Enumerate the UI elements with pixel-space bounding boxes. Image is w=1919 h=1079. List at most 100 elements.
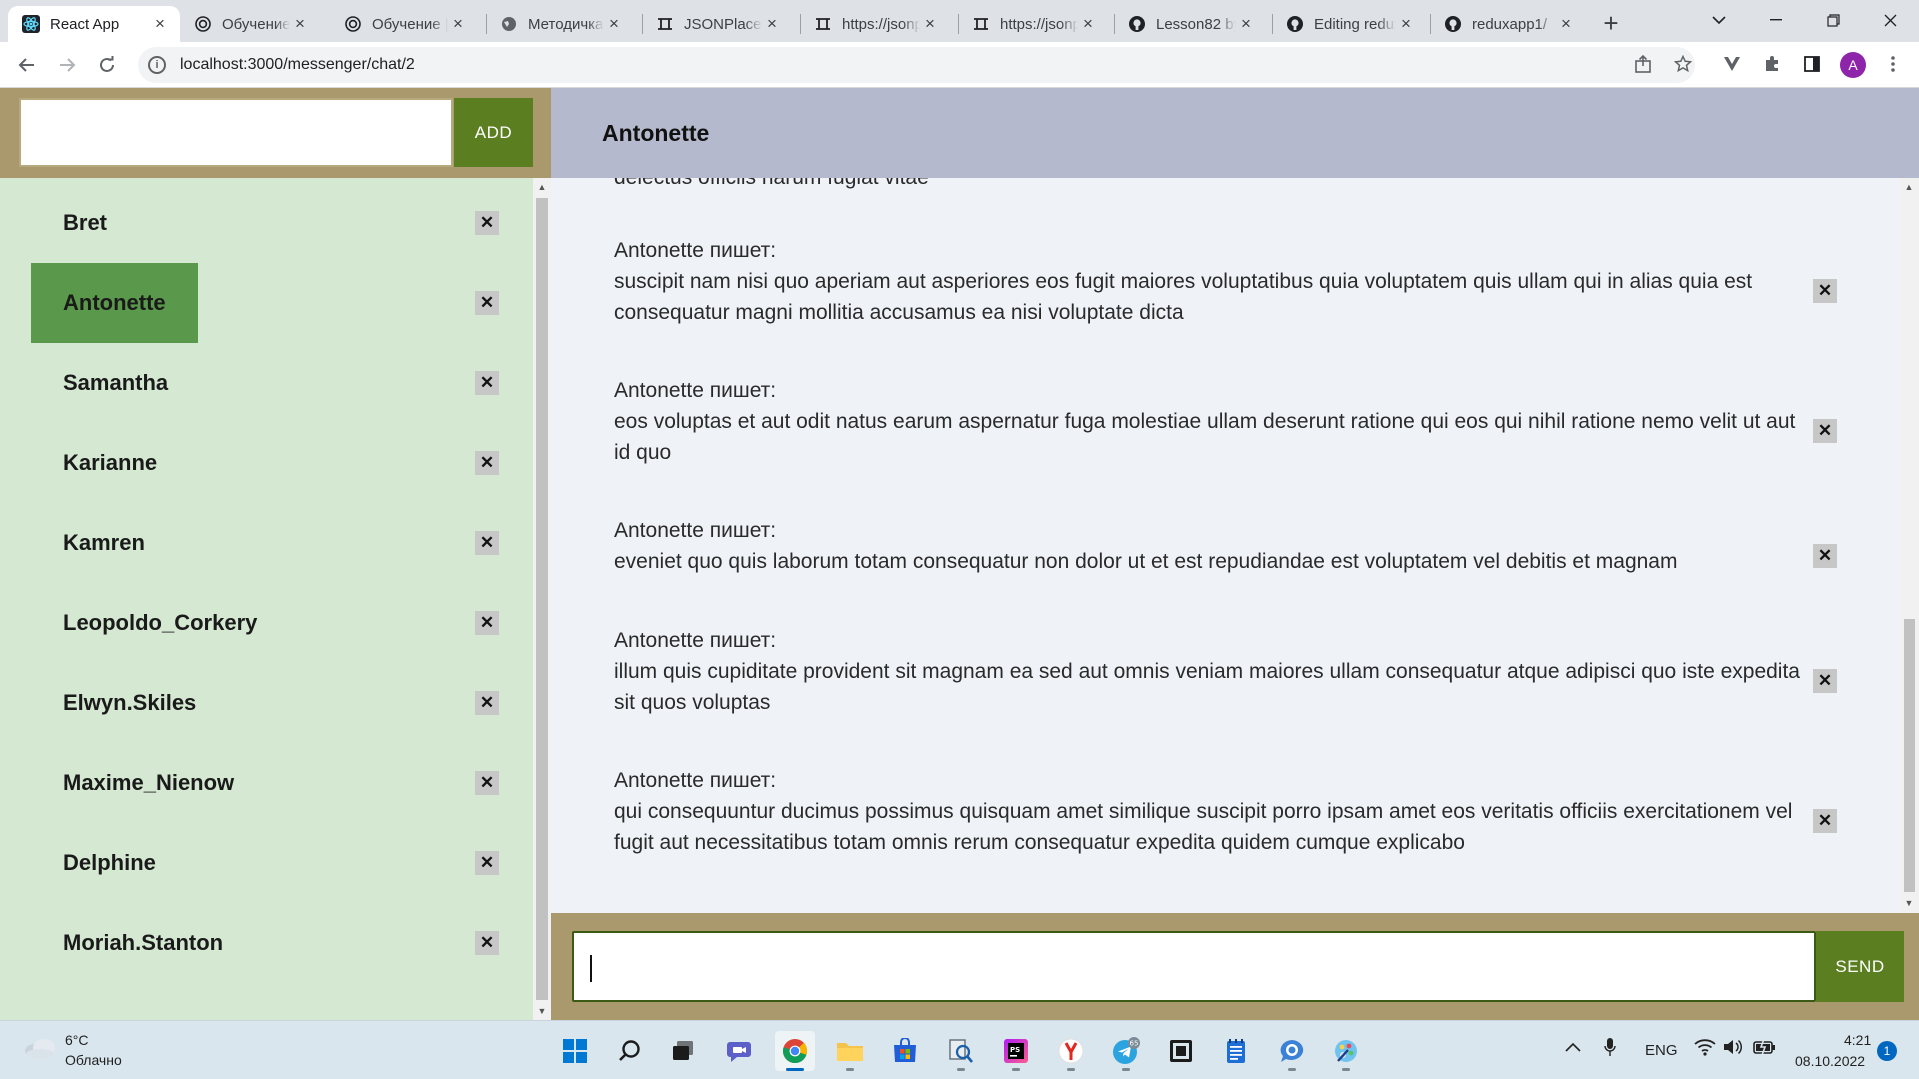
task-view-icon[interactable] (663, 1031, 703, 1071)
delete-chat-button[interactable]: ✕ (475, 291, 499, 315)
bookmark-star-icon[interactable] (1670, 51, 1696, 77)
phpstorm-icon[interactable]: PS (996, 1031, 1036, 1071)
chat-list-item[interactable]: Delphine ✕ (31, 823, 501, 903)
address-bar[interactable]: i localhost:3000/messenger/chat/2 (138, 47, 1695, 83)
microphone-icon[interactable] (1604, 1037, 1616, 1061)
browser-tab[interactable]: Методичка × (486, 6, 634, 42)
delete-message-button[interactable]: ✕ (1813, 279, 1837, 303)
sticky-notes-icon[interactable] (1161, 1031, 1201, 1071)
sidebar-scrollbar[interactable]: ▲ ▼ (533, 178, 551, 1020)
notification-badge[interactable]: 1 (1877, 1041, 1897, 1061)
chat-list-item[interactable]: Karianne ✕ (31, 423, 501, 503)
chat-list-item[interactable]: Leopoldo_Corkery ✕ (31, 583, 501, 663)
scroll-down-arrow-icon[interactable]: ▼ (1900, 896, 1918, 910)
chat-name[interactable]: Maxime_Nienow (31, 743, 266, 823)
minimize-button[interactable] (1747, 0, 1805, 40)
magnifier-tool-icon[interactable] (941, 1031, 981, 1071)
windows-start-icon[interactable] (555, 1031, 595, 1071)
delete-chat-button[interactable]: ✕ (475, 691, 499, 715)
scroll-up-arrow-icon[interactable]: ▲ (1900, 180, 1918, 194)
file-explorer-icon[interactable] (830, 1031, 870, 1071)
delete-chat-button[interactable]: ✕ (475, 211, 499, 235)
chat-name[interactable]: Antonette (31, 263, 198, 343)
wifi-icon[interactable] (1694, 1038, 1716, 1060)
delete-chat-button[interactable]: ✕ (475, 771, 499, 795)
close-icon[interactable]: × (1078, 14, 1098, 34)
browser-tab[interactable]: Обучение | × (180, 6, 320, 42)
vue-devtools-icon[interactable] (1719, 51, 1745, 77)
restore-button[interactable] (1804, 0, 1862, 40)
chat-list-item-active[interactable]: Antonette ✕ (31, 263, 501, 343)
add-chat-button[interactable]: ADD (454, 98, 533, 167)
chat-name[interactable]: Delphine (31, 823, 188, 903)
browser-tab[interactable]: Обучение | × (330, 6, 478, 42)
close-icon[interactable]: × (762, 14, 782, 34)
delete-message-button[interactable]: ✕ (1813, 419, 1837, 443)
chat-name[interactable]: Elwyn.Skiles (31, 663, 228, 743)
browser-tab[interactable]: https://jsonplaceholder × (800, 6, 950, 42)
microsoft-store-icon[interactable] (885, 1031, 925, 1071)
clock-time[interactable]: 4:21 (1844, 1032, 1871, 1048)
browser-tab[interactable]: JSONPlaceholder × (642, 6, 792, 42)
chat-name[interactable]: Leopoldo_Corkery (31, 583, 289, 663)
browser-tab-react-app[interactable]: React App × (8, 6, 180, 42)
volume-icon[interactable] (1723, 1038, 1743, 1060)
chat-list-item[interactable]: Bret ✕ (31, 183, 501, 263)
reload-button[interactable] (92, 50, 122, 80)
close-icon[interactable]: × (920, 14, 940, 34)
chat-name[interactable]: Karianne (31, 423, 189, 503)
weather-cloud-icon[interactable] (22, 1035, 58, 1061)
teams-chat-icon[interactable] (719, 1031, 759, 1071)
forward-button[interactable] (52, 50, 82, 80)
delete-chat-button[interactable]: ✕ (475, 451, 499, 475)
close-window-button[interactable] (1861, 0, 1919, 40)
delete-message-button[interactable]: ✕ (1813, 669, 1837, 693)
side-panel-icon[interactable] (1799, 51, 1825, 77)
close-icon[interactable]: × (1556, 14, 1576, 34)
close-icon[interactable]: × (150, 14, 170, 34)
add-chat-input[interactable] (19, 98, 453, 167)
scrollbar-thumb[interactable] (1904, 619, 1915, 892)
close-icon[interactable]: × (290, 14, 310, 34)
delete-message-button[interactable]: ✕ (1813, 809, 1837, 833)
chrome-icon[interactable] (775, 1031, 815, 1071)
battery-icon[interactable] (1753, 1038, 1777, 1060)
site-info-icon[interactable]: i (148, 56, 166, 74)
telegram-icon[interactable]: 65 (1106, 1031, 1146, 1071)
tab-search-button[interactable] (1690, 0, 1748, 40)
browser-tab[interactable]: reduxapp1/ × (1430, 6, 1586, 42)
delete-chat-button[interactable]: ✕ (475, 851, 499, 875)
scroll-down-arrow-icon[interactable]: ▼ (533, 1004, 551, 1018)
message-input[interactable] (572, 931, 1816, 1002)
browser-tab[interactable]: Lesson82 by × (1114, 6, 1266, 42)
chat-name[interactable]: Moriah.Stanton (31, 903, 255, 983)
share-icon[interactable] (1630, 51, 1656, 77)
browser-tab[interactable]: https://jsonplaceholder × (958, 6, 1108, 42)
delete-chat-button[interactable]: ✕ (475, 931, 499, 955)
chat-list-item[interactable]: Elwyn.Skiles ✕ (31, 663, 501, 743)
chat-list-item[interactable]: Maxime_Nienow ✕ (31, 743, 501, 823)
chat-name[interactable]: Bret (31, 183, 139, 263)
close-icon[interactable]: × (448, 14, 468, 34)
chat-name[interactable]: Samantha (31, 343, 200, 423)
chat-list-item[interactable]: Moriah.Stanton ✕ (31, 903, 501, 983)
chat-name[interactable]: Kamren (31, 503, 177, 583)
messenger-bubble-icon[interactable] (1272, 1031, 1312, 1071)
delete-chat-button[interactable]: ✕ (475, 371, 499, 395)
back-button[interactable] (12, 50, 42, 80)
scroll-up-arrow-icon[interactable]: ▲ (533, 180, 551, 194)
delete-chat-button[interactable]: ✕ (475, 611, 499, 635)
chat-list-item[interactable]: Samantha ✕ (31, 343, 501, 423)
profile-avatar[interactable]: A (1840, 52, 1866, 78)
menu-kebab-icon[interactable] (1880, 51, 1906, 77)
send-button[interactable]: SEND (1816, 931, 1904, 1002)
yandex-browser-icon[interactable] (1051, 1031, 1091, 1071)
paint-app-icon[interactable] (1326, 1031, 1366, 1071)
browser-tab[interactable]: Editing redux × (1272, 6, 1426, 42)
search-icon[interactable] (610, 1031, 650, 1071)
notepad-icon[interactable] (1216, 1031, 1256, 1071)
messages-scrollbar[interactable]: ▲ ▼ (1900, 178, 1919, 913)
extensions-puzzle-icon[interactable] (1759, 51, 1785, 77)
clock-date[interactable]: 08.10.2022 (1795, 1053, 1865, 1069)
delete-chat-button[interactable]: ✕ (475, 531, 499, 555)
